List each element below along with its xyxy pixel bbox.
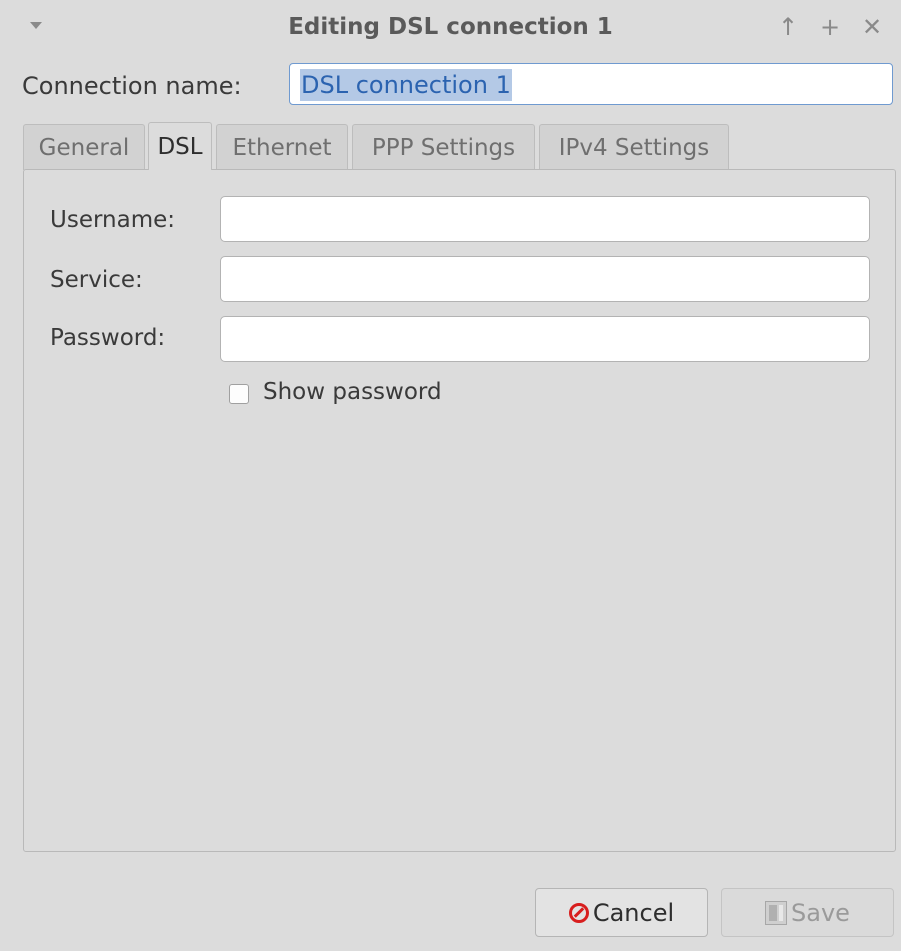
tab-ethernet[interactable]: Ethernet (216, 124, 348, 170)
service-label: Service: (50, 267, 143, 293)
username-input[interactable] (220, 196, 870, 242)
show-password-checkbox[interactable] (229, 384, 249, 404)
save-button-label: Save (791, 898, 850, 927)
arrow-up-icon[interactable]: ↑ (778, 12, 798, 42)
close-icon[interactable]: ✕ (862, 12, 882, 42)
password-label: Password: (50, 325, 166, 351)
tab-ppp-settings[interactable]: PPP Settings (352, 124, 535, 170)
tab-dsl[interactable]: DSL (148, 122, 212, 170)
connection-name-input[interactable]: DSL connection 1 (289, 63, 893, 105)
tab-general[interactable]: General (23, 124, 145, 170)
connection-editor-window: Editing DSL connection 1 ↑ + ✕ Connectio… (0, 0, 901, 951)
tab-ipv4-settings[interactable]: IPv4 Settings (539, 124, 729, 170)
service-input[interactable] (220, 256, 870, 302)
cancel-button-label: Cancel (592, 898, 675, 927)
maximize-icon[interactable]: + (820, 12, 840, 42)
cancel-button[interactable]: Cancel (535, 888, 708, 937)
save-icon (765, 900, 788, 925)
password-input[interactable] (220, 316, 870, 362)
username-label: Username: (50, 207, 175, 233)
cancel-icon (568, 902, 589, 923)
window-title: Editing DSL connection 1 (288, 14, 613, 40)
connection-name-label: Connection name: (22, 72, 242, 100)
save-button[interactable]: Save (721, 888, 894, 937)
connection-name-value: DSL connection 1 (300, 69, 512, 101)
title-bar: Editing DSL connection 1 ↑ + ✕ (0, 0, 901, 58)
show-password-label[interactable]: Show password (263, 379, 442, 405)
